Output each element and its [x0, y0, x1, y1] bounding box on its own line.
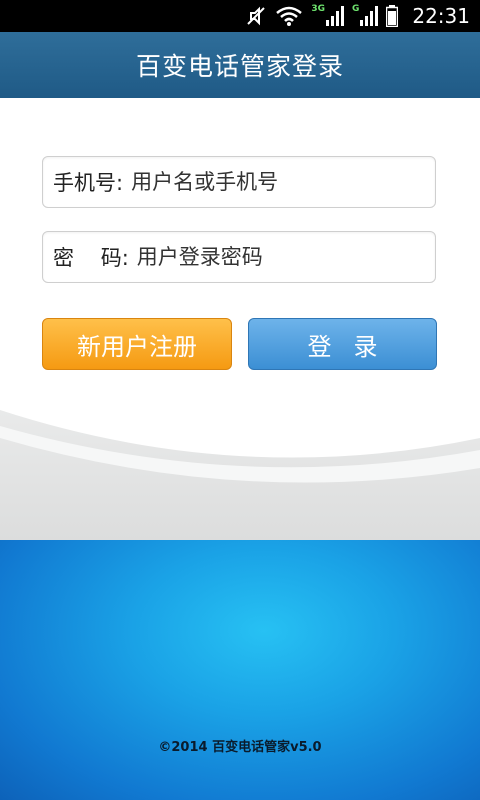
login-button[interactable]: 登录	[248, 318, 437, 370]
wifi-icon	[275, 0, 303, 32]
wave-decoration	[0, 410, 480, 540]
page-title: 百变电话管家登录	[135, 52, 344, 81]
status-bar: 3G G 22:31	[0, 0, 480, 32]
mute-icon	[245, 0, 267, 32]
status-icons: 3G G 22:31	[245, 0, 480, 32]
network-3g-label: 3G	[311, 4, 325, 14]
signal-3g-icon: 3G	[311, 0, 344, 32]
clock: 22:31	[412, 4, 470, 28]
signal-g-icon: G	[351, 0, 379, 32]
title-bar: 百变电话管家登录	[0, 32, 480, 99]
register-button[interactable]: 新用户注册	[42, 318, 232, 370]
login-form: 手机号: 密 码: 新用户注册 登录	[0, 98, 480, 428]
password-label: 密 码:	[53, 246, 129, 270]
footer-area: ©2014 百变电话管家v5.0	[0, 540, 480, 800]
password-field[interactable]: 密 码:	[42, 231, 436, 283]
network-g-label: G	[351, 4, 360, 14]
password-input[interactable]	[128, 237, 435, 277]
phone-field[interactable]: 手机号:	[42, 156, 436, 208]
copyright-text: ©2014 百变电话管家v5.0	[158, 740, 322, 755]
battery-icon	[386, 0, 399, 32]
phone-label: 手机号:	[53, 171, 124, 195]
phone-input[interactable]	[123, 162, 435, 202]
